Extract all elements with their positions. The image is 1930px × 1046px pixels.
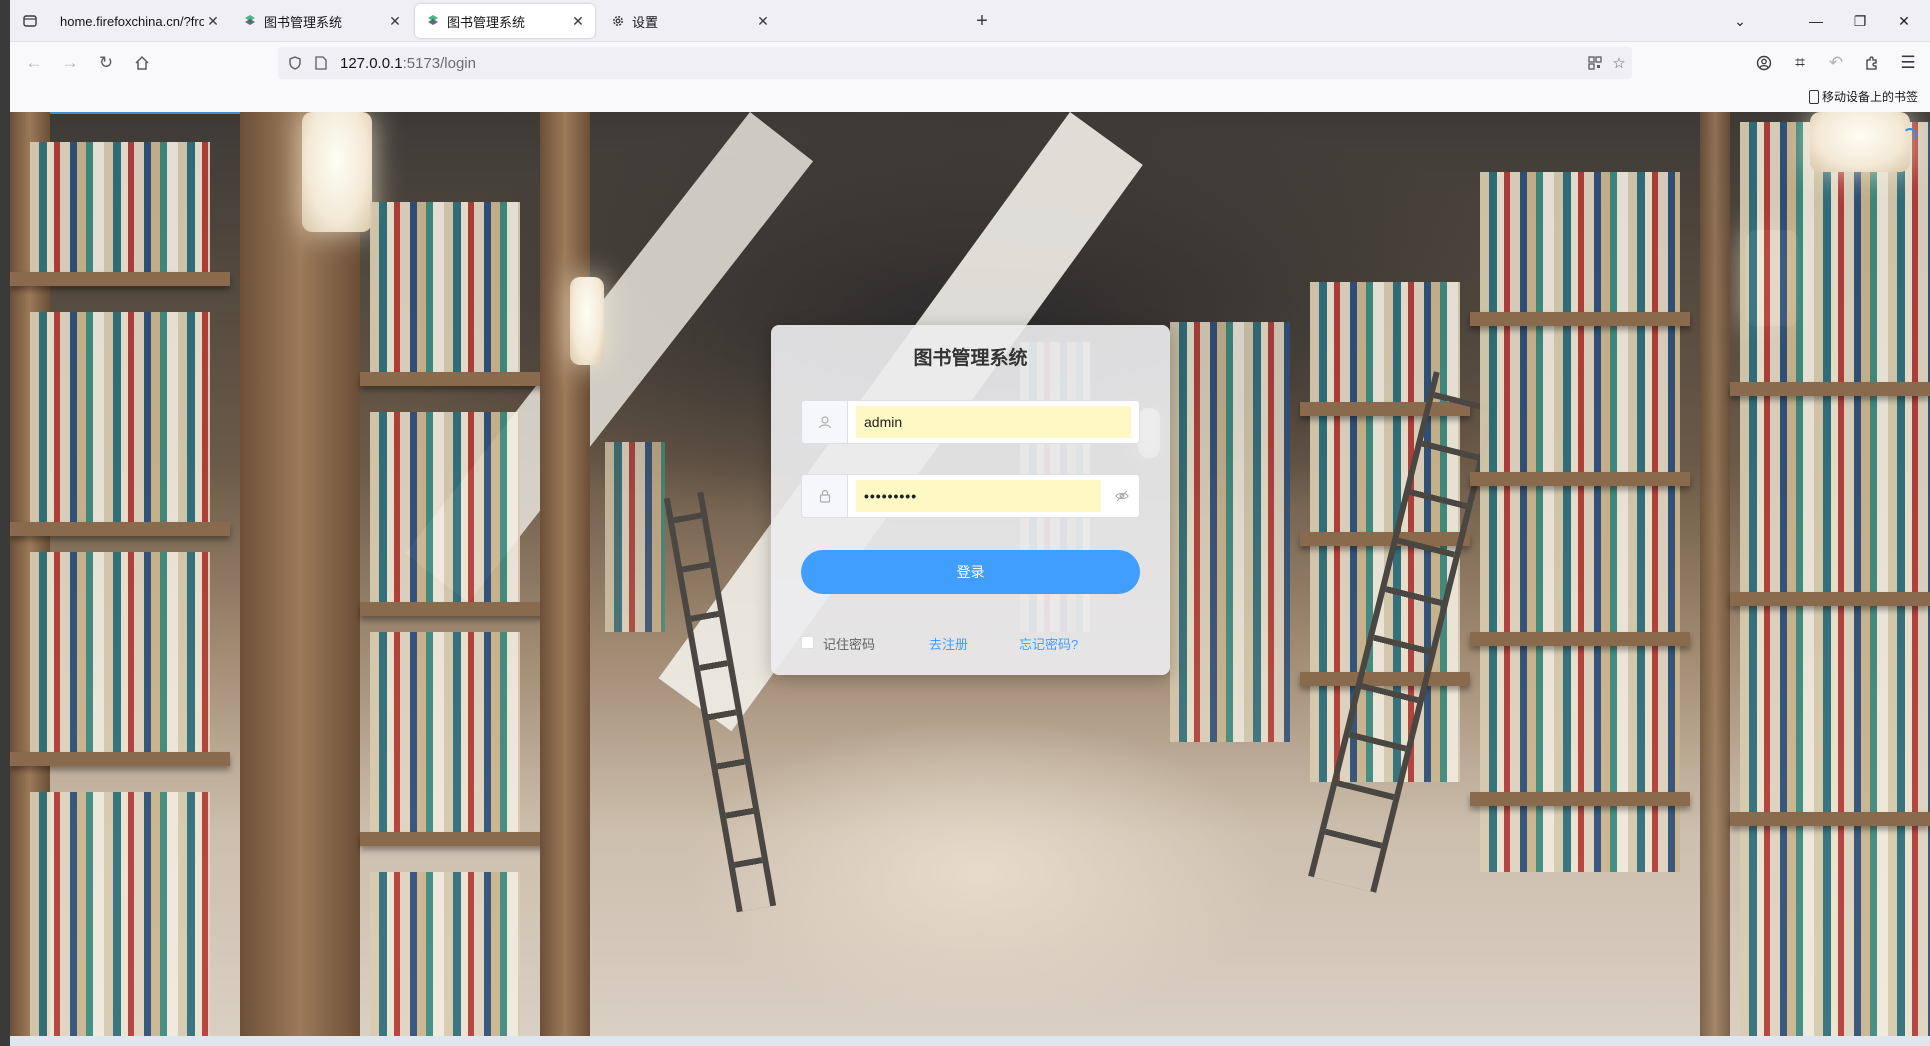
remember-password-label[interactable]: 记住密码	[823, 634, 875, 653]
mobile-bookmarks-folder[interactable]: 移动设备上的书签	[1808, 88, 1918, 105]
mobile-device-icon	[1808, 89, 1819, 104]
url-host: 127.0.0.1	[340, 54, 403, 72]
tab-strip: home.firefoxchina.cn/?from=extra_start ✕…	[10, 0, 1930, 42]
reload-icon: ↻	[98, 53, 114, 72]
close-icon[interactable]: ✕	[754, 12, 772, 30]
url-path: :5173/login	[402, 54, 476, 72]
forward-arrow-icon: →	[61, 53, 79, 72]
mobile-bookmarks-label: 移动设备上的书签	[1821, 90, 1918, 104]
close-icon[interactable]: ✕	[204, 12, 222, 30]
close-icon[interactable]: ✕	[386, 12, 404, 30]
forgot-password-link[interactable]: 忘记密码?	[1019, 634, 1078, 653]
url-text[interactable]: 127.0.0.1:5173/login	[340, 55, 476, 72]
list-all-tabs-icon	[23, 15, 37, 27]
login-button[interactable]: 登录	[801, 550, 1140, 594]
screenshot-button[interactable]: ⌗	[1786, 49, 1814, 77]
tab-settings[interactable]: 设置 ✕	[600, 4, 780, 38]
tab-overflow-button[interactable]: ⌄	[1726, 8, 1754, 34]
forward-button[interactable]: →	[56, 49, 84, 77]
page-content: 图书管理系统 admin ••••••••• 登录 记住密码 去注册 忘记密码?	[10, 112, 1930, 1036]
app-logo-icon	[242, 13, 258, 29]
minimize-button[interactable]: —	[1802, 8, 1830, 34]
login-card: 图书管理系统 admin ••••••••• 登录 记住密码 去注册 忘记密码?	[771, 325, 1170, 675]
page-bottom-edge	[10, 1036, 1930, 1046]
gear-icon	[610, 13, 626, 29]
desktop-edge	[0, 0, 10, 1046]
tab-library-system-1[interactable]: 图书管理系统 ✕	[232, 4, 412, 38]
close-icon: ✕	[1898, 12, 1910, 29]
tab-title: 图书管理系统	[264, 14, 343, 30]
account-button[interactable]	[1750, 49, 1778, 77]
toggle-password-visibility[interactable]	[1109, 475, 1135, 517]
chevron-down-icon: ⌄	[1734, 12, 1746, 29]
tab-title: 设置	[632, 14, 659, 30]
puzzle-icon	[1866, 56, 1877, 70]
account-icon	[1756, 55, 1772, 71]
qr-code-icon[interactable]	[1582, 50, 1608, 76]
login-title: 图书管理系统	[913, 348, 1028, 369]
remember-password-checkbox[interactable]	[801, 636, 814, 649]
register-link[interactable]: 去注册	[929, 634, 968, 653]
tab-list-button[interactable]	[18, 9, 42, 33]
minimize-icon: —	[1809, 13, 1823, 29]
eye-off-icon	[1115, 490, 1129, 502]
tab-library-system-2[interactable]: 图书管理系统 ✕	[415, 4, 595, 38]
bookmark-star-icon[interactable]: ☆	[1606, 50, 1632, 76]
user-icon	[802, 401, 848, 443]
address-bar[interactable]: 127.0.0.1:5173/login ☆	[278, 47, 1632, 79]
crop-icon: ⌗	[1795, 53, 1805, 72]
tab-firefoxchina[interactable]: home.firefoxchina.cn/?from=extra_start ✕	[50, 4, 230, 38]
close-window-button[interactable]: ✕	[1890, 8, 1918, 34]
home-button[interactable]	[128, 49, 156, 77]
login-footer: 记住密码 去注册 忘记密码?	[801, 633, 1140, 653]
page-info-icon[interactable]	[308, 50, 334, 76]
navigation-toolbar: ← → ↻ 127.0.0.1:5173/login ☆ ⌗ ↶ ☰	[10, 43, 1930, 83]
tab-title: home.firefoxchina.cn/?from=extra_start	[60, 13, 204, 29]
app-logo-icon	[425, 13, 441, 29]
undo-button[interactable]: ↶	[1822, 49, 1850, 77]
bookmarks-toolbar: 移动设备上的书签	[10, 83, 1930, 112]
restore-button[interactable]: ❐	[1846, 8, 1874, 34]
app-menu-button[interactable]: ☰	[1894, 49, 1922, 77]
tracking-shield-icon[interactable]	[282, 50, 308, 76]
tab-title: 图书管理系统	[447, 14, 526, 30]
plus-icon: +	[976, 9, 988, 32]
browser-window: home.firefoxchina.cn/?from=extra_start ✕…	[10, 0, 1930, 1046]
extensions-button[interactable]	[1858, 49, 1886, 77]
back-button[interactable]: ←	[20, 49, 48, 77]
loading-spinner-icon	[1903, 128, 1917, 142]
undo-icon: ↶	[1828, 53, 1844, 72]
home-icon	[135, 55, 149, 70]
new-tab-button[interactable]: +	[970, 9, 994, 33]
username-field[interactable]: admin	[801, 400, 1140, 444]
restore-icon: ❐	[1853, 12, 1867, 29]
username-input[interactable]: admin	[856, 406, 1131, 438]
reload-button[interactable]: ↻	[92, 49, 120, 77]
close-icon[interactable]: ✕	[569, 12, 587, 30]
hamburger-menu-icon: ☰	[1900, 53, 1916, 72]
lock-icon	[802, 475, 848, 517]
back-arrow-icon: ←	[25, 53, 43, 72]
password-field[interactable]: •••••••••	[801, 474, 1140, 518]
password-input[interactable]: •••••••••	[856, 480, 1101, 512]
